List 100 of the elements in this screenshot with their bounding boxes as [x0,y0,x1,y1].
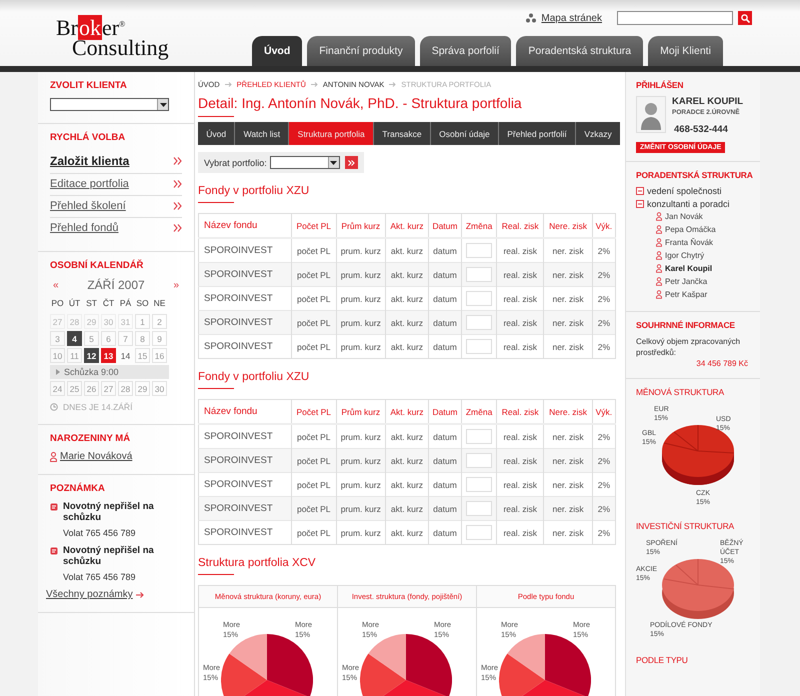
nav-tab[interactable]: Správa porfolií [420,36,512,66]
calendar-day[interactable]: 9 [152,331,167,346]
change-field[interactable] [466,315,492,330]
tab[interactable]: Osobní údaje [430,122,499,145]
note-text: Volat 765 456 789 [63,528,137,538]
change-field[interactable] [466,525,492,540]
tree-item[interactable]: Jan Novák [656,212,756,221]
table-cell: počet PL [292,520,336,544]
table-cell: real. zisk [496,496,544,520]
previous-month-link[interactable]: « [53,280,59,290]
tree-item[interactable]: konzultanti a poradci [636,199,756,209]
arrow-right-icon [136,592,144,598]
tree-item[interactable]: vedení společnosti [636,186,756,196]
collapse-icon[interactable] [636,187,644,195]
change-field[interactable] [466,243,492,258]
tab[interactable]: Struktura portfolia [289,122,374,145]
quick-link[interactable]: Přehled školení [50,196,182,218]
change-field[interactable] [466,267,492,282]
change-field[interactable] [466,291,492,306]
calendar-event[interactable]: Schůzka 9:00 [50,365,169,379]
tree-item[interactable]: Igor Chytrý [656,251,756,260]
person-link[interactable]: Marie Nováková [60,451,132,462]
tree-item[interactable]: Franta Ňovák [656,238,756,247]
column-header: Změna [462,400,497,424]
person-icon [656,238,662,247]
nav-tab[interactable]: Moji Klienti [648,36,723,66]
double-chevron-icon [348,160,355,166]
section-title: Struktura portfolia XCV [198,557,620,575]
double-chevron-icon [173,202,182,210]
table-cell: akt. kurz [386,334,428,358]
all-notes-link[interactable]: Všechny poznámky [46,589,133,600]
tab[interactable]: Transakce [374,122,431,145]
next-month-link[interactable]: » [173,280,179,290]
calendar-day[interactable]: 13 [101,348,116,363]
table-cell: akt. kurz [386,520,428,544]
table-cell: akt. kurz [386,496,428,520]
table-cell: SPOROINVEST [198,496,292,520]
weekday-label: NE [152,298,166,308]
nav-tab[interactable]: Úvod [252,36,302,66]
column-header: Výk. [592,214,616,238]
calendar-day[interactable]: 8 [135,331,150,346]
sitemap-icon [526,13,536,23]
table-cell: prum. kurz [336,496,386,520]
search-button[interactable] [738,11,752,25]
dropdown-arrow-icon [330,160,338,164]
quick-link[interactable]: Editace portfolia [50,174,182,196]
column-header: Real. zisk [496,400,544,424]
change-field[interactable] [466,453,492,468]
column-header: Nere. zisk [544,400,592,424]
double-chevron-icon [173,224,182,232]
tab[interactable]: Watch list [235,122,290,145]
month-title: ZÁŘÍ 2007 [87,278,145,292]
client-select[interactable] [50,98,169,111]
tree-item[interactable]: Petr Jančka [656,277,756,286]
section-title: Fondy v portfoliu XZU [198,371,620,389]
table-cell: datum [428,310,462,334]
table-cell: ner. zisk [544,310,592,334]
today-note: DNES JE 14.ZÁŘÍ [63,402,132,412]
table-cell: datum [428,334,462,358]
go-button[interactable] [344,156,358,169]
change-field[interactable] [466,477,492,492]
avatar-silhouette [636,96,666,133]
sitemap-link[interactable]: Mapa stránek [541,12,602,24]
section-heading: PORADENTSKÁ STRUKTURA [636,170,754,180]
table-cell: ner. zisk [544,520,592,544]
table-cell: akt. kurz [386,448,428,472]
column-header: Prům kurz [336,214,386,238]
portfolio-select[interactable] [270,156,340,169]
tab[interactable]: Úvod [198,122,236,145]
nav-tab[interactable]: Finanční produkty [307,36,415,66]
column-header: Název fondu [198,214,292,238]
column-header: Nere. zisk [544,214,592,238]
tab[interactable]: Přehled portfolií [499,122,576,145]
calendar-day[interactable]: 2 [152,314,167,329]
quick-link[interactable]: Přehled fondů [50,218,182,239]
collapse-icon[interactable] [636,200,644,208]
note-icon [50,503,58,511]
person-icon [656,251,662,260]
change-field[interactable] [466,339,492,354]
calendar-day[interactable]: 12 [84,348,99,363]
nav-tab[interactable]: Poradentská struktura [516,36,644,66]
change-field[interactable] [466,429,492,444]
table-cell: SPOROINVEST [198,262,292,286]
table-cell: prum. kurz [336,310,386,334]
calendar-day[interactable]: 4 [67,331,82,346]
tree-item[interactable]: Petr Kašpar [656,290,756,299]
summary-value: 34 456 789 Kč [696,358,748,370]
search-field[interactable] [617,11,733,25]
column-header: Akt. kurz [386,400,428,424]
column-header: Prům kurz [336,400,386,424]
table-cell: počet PL [292,310,336,334]
tree-item[interactable]: Karel Koupil [656,264,756,273]
change-field[interactable] [466,501,492,516]
person-icon [656,290,662,299]
quick-link[interactable]: Založit klienta [50,150,182,174]
tab[interactable]: Vzkazy [576,122,620,145]
logo[interactable]: Broker$^{®}$ Consulting [56,18,169,58]
calendar-day[interactable]: 14 [118,348,133,363]
weekday-label: ST [85,298,98,308]
tree-item[interactable]: Pepa Omáčka [656,225,756,234]
